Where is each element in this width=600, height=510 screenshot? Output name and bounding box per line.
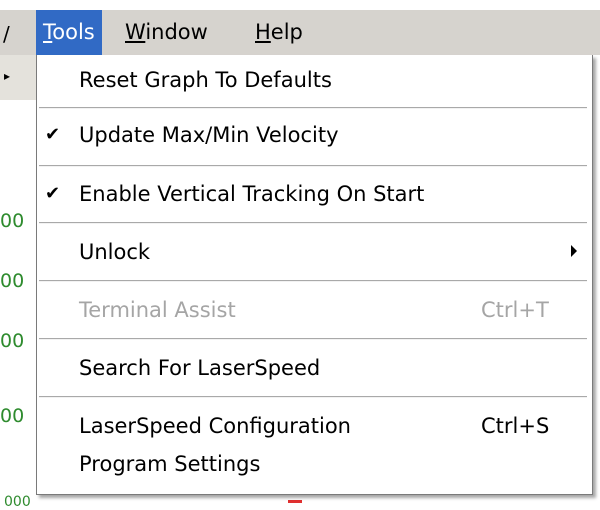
menu-separator <box>39 165 587 167</box>
checkmark-icon: ✔ <box>45 183 61 204</box>
menu-bar: / Tools Window Help <box>0 10 600 55</box>
axis-tick-label: 00 <box>0 330 25 352</box>
menu-tools[interactable]: Tools <box>36 10 102 55</box>
menu-window-label: indow <box>145 20 208 44</box>
menu-item-label: Search For LaserSpeed <box>79 356 321 380</box>
menu-item-label: Update Max/Min Velocity <box>79 123 339 147</box>
menu-item-label: Enable Vertical Tracking On Start <box>79 182 425 206</box>
menu-item-terminal-assist: Terminal Assist Ctrl+T <box>37 285 592 335</box>
toolbar-arrow-icon[interactable]: ▸ <box>4 69 10 83</box>
axis-tick-label-bottom: 000 <box>4 494 31 510</box>
axis-tick-label: 00 <box>0 210 25 232</box>
graph-marker <box>288 500 302 503</box>
menu-window[interactable]: Window <box>118 10 215 55</box>
menu-bar-clipped-item: / <box>3 22 10 46</box>
menu-tools-mnemonic: T <box>43 20 53 44</box>
submenu-arrow-icon <box>571 245 577 257</box>
checkmark-icon: ✔ <box>45 124 61 145</box>
menu-item-shortcut: Ctrl+T <box>481 298 549 322</box>
tools-dropdown-menu: Reset Graph To Defaults ✔ Update Max/Min… <box>36 55 593 495</box>
menu-item-label: Reset Graph To Defaults <box>79 68 332 92</box>
background-toolbar: ▸ <box>0 55 36 101</box>
menu-separator <box>39 280 587 282</box>
menu-window-mnemonic: W <box>125 20 146 44</box>
menu-separator <box>39 396 587 398</box>
menu-item-label: Program Settings <box>79 452 261 476</box>
menu-separator <box>39 222 587 224</box>
background-graph-panel: 00 00 00 00 <box>0 100 36 506</box>
axis-tick-label: 00 <box>0 405 25 427</box>
menu-item-label: Terminal Assist <box>79 298 236 322</box>
menu-separator <box>39 338 587 340</box>
menu-item-update-velocity[interactable]: ✔ Update Max/Min Velocity <box>37 110 592 160</box>
menu-help-label: elp <box>270 20 303 44</box>
menu-help-mnemonic: H <box>255 20 271 44</box>
menu-item-label: Unlock <box>79 240 151 264</box>
axis-tick-label: 00 <box>0 270 25 292</box>
menu-help[interactable]: Help <box>248 10 310 55</box>
menu-separator <box>39 107 587 109</box>
menu-item-search-laserspeed[interactable]: Search For LaserSpeed <box>37 343 592 393</box>
menu-item-unlock[interactable]: Unlock <box>37 227 592 277</box>
menu-tools-label: ools <box>52 20 95 44</box>
menu-item-reset-graph[interactable]: Reset Graph To Defaults <box>37 55 592 105</box>
menu-item-enable-vertical-tracking[interactable]: ✔ Enable Vertical Tracking On Start <box>37 169 592 219</box>
menu-item-program-settings[interactable]: Program Settings <box>37 439 592 489</box>
